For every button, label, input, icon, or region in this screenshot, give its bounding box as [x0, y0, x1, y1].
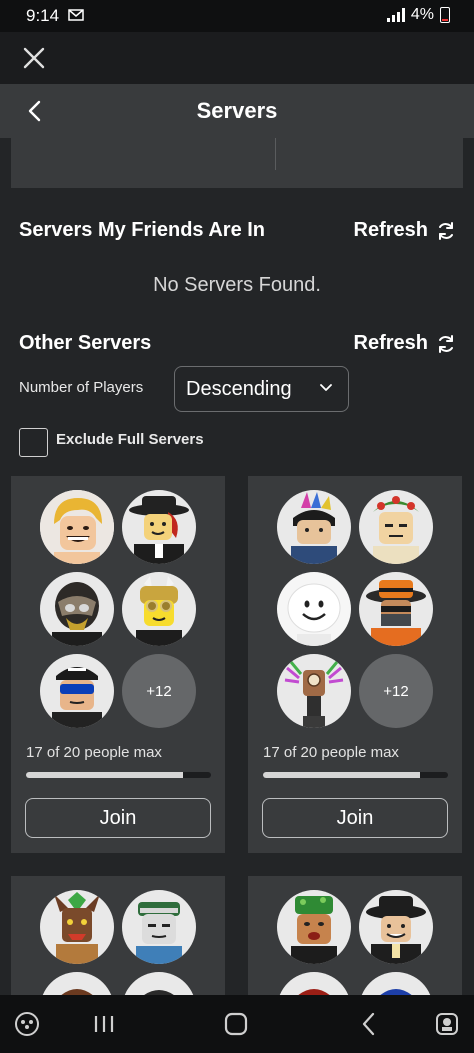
player-avatar[interactable] [122, 490, 196, 564]
red-hair-avatar-icon [277, 972, 351, 995]
antler-avatar-icon [277, 654, 351, 728]
party-hat-avatar-icon [277, 490, 351, 564]
server-card: +12 17 of 20 people max Join [11, 476, 225, 853]
capacity-bar [263, 772, 448, 778]
battery-icon [440, 7, 450, 23]
sort-label: Number of Players [19, 379, 144, 396]
join-button[interactable]: Join [25, 798, 211, 838]
player-count: 17 of 20 people max [26, 744, 162, 761]
recent-apps-icon[interactable] [91, 1011, 117, 1037]
panel-divider [275, 138, 276, 170]
server-card [11, 876, 225, 995]
other-servers-title: Other Servers [19, 332, 152, 354]
status-indicators: 4% [386, 6, 450, 24]
other-refresh-button[interactable]: Refresh [354, 332, 456, 355]
sort-value: Descending [186, 377, 292, 400]
fedora-avatar-icon [359, 890, 433, 964]
home-icon[interactable] [223, 1011, 249, 1037]
friends-section-title: Servers My Friends Are In [19, 219, 266, 241]
refresh-label: Refresh [353, 332, 428, 354]
server-card [248, 876, 462, 995]
exclude-full-label: Exclude Full Servers [56, 431, 204, 448]
sort-order-dropdown[interactable]: Descending [174, 366, 349, 412]
no-servers-message: No Servers Found. [153, 274, 321, 296]
red-hair-fedora-avatar-icon [122, 490, 196, 564]
horned-mask-avatar-icon [40, 890, 114, 964]
partial-avatar-icon [40, 972, 114, 995]
player-avatar[interactable] [359, 972, 433, 995]
capacity-fill [263, 772, 421, 778]
refresh-label: Refresh [353, 219, 428, 241]
status-time: 9:14 [26, 6, 60, 25]
player-avatar[interactable] [277, 890, 351, 964]
signal-icon [386, 8, 405, 22]
exclude-full-checkbox[interactable] [19, 428, 48, 457]
white-smile-avatar-icon [277, 572, 351, 646]
player-avatar[interactable] [122, 572, 196, 646]
close-icon[interactable] [22, 46, 46, 70]
refresh-icon [439, 221, 453, 240]
chevron-down-icon [320, 384, 332, 391]
player-avatar[interactable] [40, 490, 114, 564]
system-nav-bar [0, 995, 474, 1053]
game-launcher-icon[interactable] [14, 1011, 40, 1037]
friends-refresh-button[interactable]: Refresh [354, 219, 456, 242]
gold-mask-avatar-icon [40, 572, 114, 646]
server-card: +12 17 of 20 people max Join [248, 476, 462, 853]
page-header: Servers [0, 84, 474, 138]
player-avatar[interactable] [359, 490, 433, 564]
message-icon [68, 9, 84, 21]
sunglasses-smile-avatar-icon [122, 890, 196, 964]
blonde-smiling-avatar-icon [40, 490, 114, 564]
close-bar [0, 32, 474, 84]
player-avatar[interactable] [277, 490, 351, 564]
player-avatar[interactable] [277, 972, 351, 995]
capacity-bar [26, 772, 211, 778]
player-avatar[interactable] [40, 572, 114, 646]
info-panel [11, 138, 463, 188]
player-avatar[interactable] [40, 972, 114, 995]
player-count: 17 of 20 people max [263, 744, 399, 761]
partial-avatar-icon [122, 972, 196, 995]
more-players-badge: +12 [359, 654, 433, 728]
green-hat-avatar-icon [277, 890, 351, 964]
player-avatar[interactable] [40, 654, 114, 728]
refresh-icon [439, 334, 453, 353]
capacity-fill [26, 772, 184, 778]
player-avatar[interactable] [277, 572, 351, 646]
orange-hat-avatar-icon [359, 572, 433, 646]
player-avatar[interactable] [122, 972, 196, 995]
player-avatar[interactable] [359, 890, 433, 964]
player-avatar[interactable] [359, 572, 433, 646]
sunglasses-cap-avatar-icon [40, 654, 114, 728]
join-button[interactable]: Join [262, 798, 448, 838]
status-bar: 9:14 4% [0, 0, 474, 32]
gold-helmet-avatar-icon [122, 572, 196, 646]
page-title: Servers [196, 98, 278, 123]
accessibility-icon[interactable] [434, 1011, 460, 1037]
leaf-crown-avatar-icon [359, 490, 433, 564]
player-avatar[interactable] [277, 654, 351, 728]
blue-hair-avatar-icon [359, 972, 433, 995]
more-players-badge: +12 [122, 654, 196, 728]
back-icon[interactable] [356, 1011, 382, 1037]
player-avatar[interactable] [40, 890, 114, 964]
player-avatar[interactable] [122, 890, 196, 964]
battery-percent: 4% [410, 6, 434, 23]
